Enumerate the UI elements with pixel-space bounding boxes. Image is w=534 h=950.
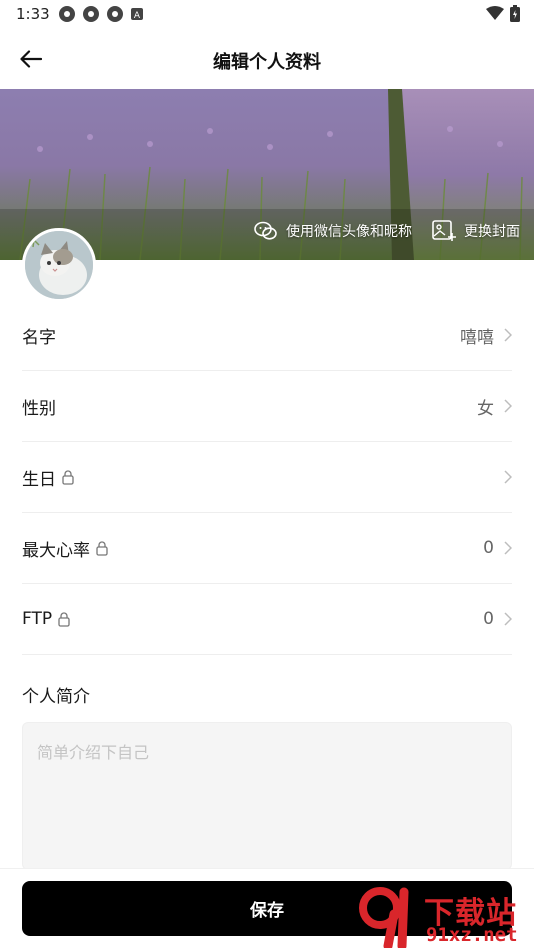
name-label: 名字 <box>22 323 56 348</box>
cover-actions: 使用微信头像和昵称 更换封面 <box>254 220 520 242</box>
use-wechat-profile-label: 使用微信头像和昵称 <box>286 224 412 240</box>
image-add-icon <box>432 220 456 241</box>
gender-label: 性别 <box>22 394 56 419</box>
cat-avatar-image <box>25 231 93 299</box>
bio-input[interactable] <box>23 723 511 869</box>
ftp-value-group: 0 <box>483 609 512 629</box>
gender-row[interactable]: 性别 女 <box>22 371 512 442</box>
watermark-logo: 下载站 91xz.net <box>358 884 530 948</box>
status-bar: 1:33 A <box>0 0 534 28</box>
max-heart-rate-value-group: 0 <box>483 538 512 558</box>
gender-value: 女 <box>477 398 494 419</box>
birthday-label-text: 生日 <box>22 469 56 490</box>
watermark-91-logo-icon <box>359 887 409 948</box>
name-row[interactable]: 名字 嘻嘻 <box>22 300 512 371</box>
bio-input-container <box>22 722 512 870</box>
system-icons <box>486 5 520 22</box>
gender-value-group: 女 <box>477 394 512 419</box>
ftp-row[interactable]: FTP 0 <box>22 584 512 655</box>
change-cover-label: 更换封面 <box>464 224 520 240</box>
lock-icon <box>96 540 108 556</box>
max-heart-rate-label-text: 最大心率 <box>22 540 90 561</box>
profile-form: 名字 嘻嘻 性别 女 生日 最大心率 0 FTP 0 <box>22 300 512 655</box>
chevron-right-icon <box>504 612 512 626</box>
app-notification-icon <box>59 6 75 22</box>
chevron-right-icon <box>504 328 512 342</box>
ftp-value: 0 <box>483 609 494 629</box>
watermark-url: 91xz.net <box>426 924 518 946</box>
wifi-icon <box>486 6 504 20</box>
header: 编辑个人资料 <box>0 28 534 90</box>
name-value: 嘻嘻 <box>460 327 494 348</box>
ftp-label-text: FTP <box>22 609 53 629</box>
bio-title: 个人简介 <box>22 687 90 707</box>
keyboard-notification-icon: A <box>131 8 143 21</box>
birthday-value-group <box>494 470 512 484</box>
name-label-text: 名字 <box>22 327 56 348</box>
app-notification-icon <box>107 6 123 22</box>
ftp-label: FTP <box>22 609 70 629</box>
use-wechat-profile-button[interactable]: 使用微信头像和昵称 <box>254 221 412 241</box>
notification-icons: A <box>58 5 144 23</box>
gender-label-text: 性别 <box>22 398 56 419</box>
chevron-right-icon <box>504 399 512 413</box>
lock-icon <box>58 611 70 627</box>
birthday-row[interactable]: 生日 <box>22 442 512 513</box>
change-cover-button[interactable]: 更换封面 <box>432 220 520 242</box>
chevron-right-icon <box>504 541 512 555</box>
avatar[interactable] <box>22 228 96 302</box>
battery-icon <box>510 5 520 22</box>
name-value-group: 嘻嘻 <box>460 323 512 348</box>
birthday-label: 生日 <box>22 465 74 490</box>
page-title: 编辑个人资料 <box>213 52 321 73</box>
svg-text:A: A <box>134 11 141 21</box>
wechat-icon <box>254 221 277 240</box>
lock-icon <box>62 469 74 485</box>
max-heart-rate-value: 0 <box>483 538 494 558</box>
app-notification-icon <box>83 6 99 22</box>
chevron-right-icon <box>504 470 512 484</box>
max-heart-rate-row[interactable]: 最大心率 0 <box>22 513 512 584</box>
max-heart-rate-label: 最大心率 <box>22 536 108 561</box>
status-time: 1:33 <box>16 5 50 23</box>
